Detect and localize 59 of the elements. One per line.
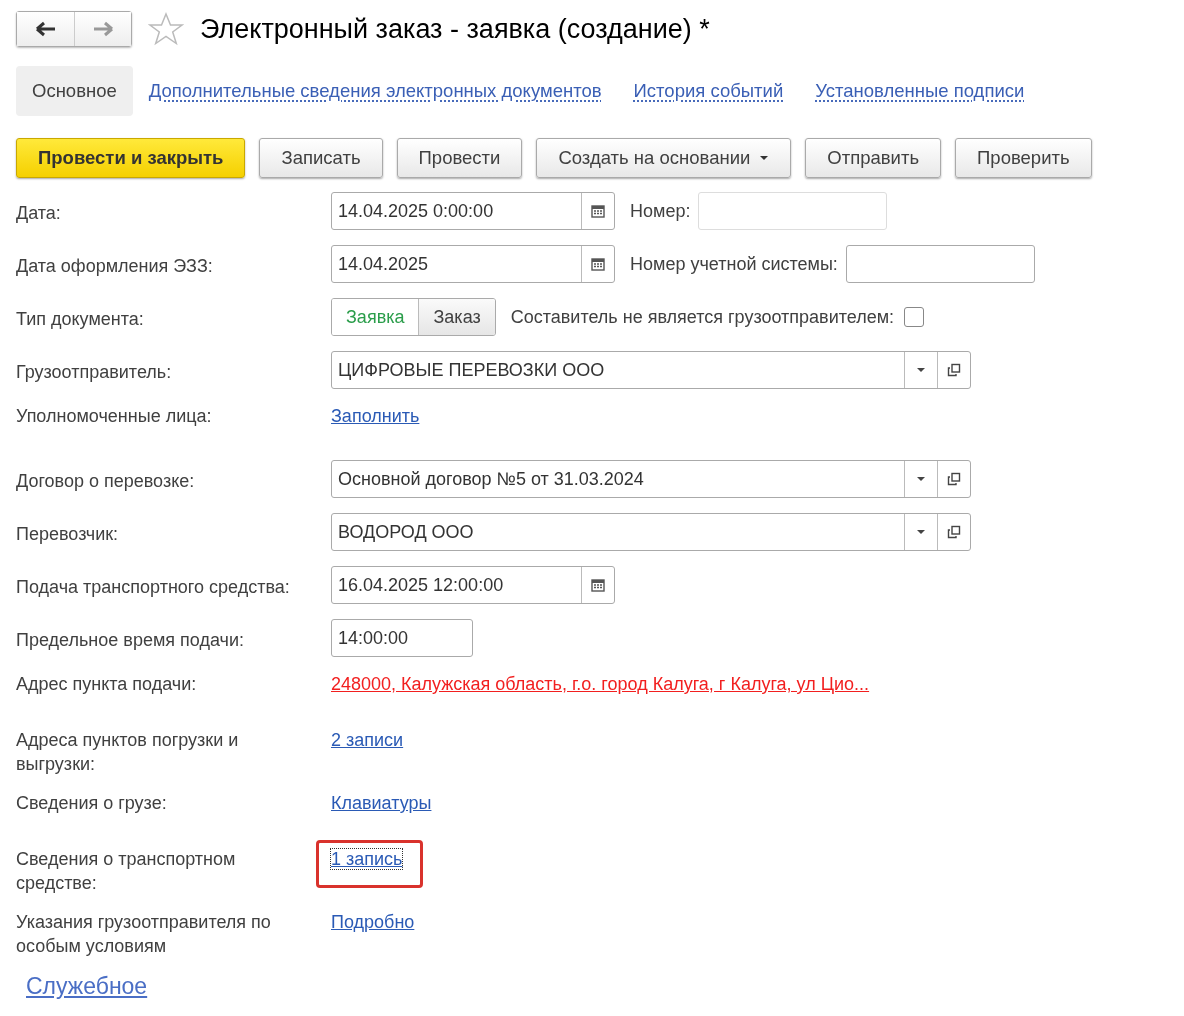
back-arrow-icon [34,21,57,37]
select-field[interactable]: ЦИФРОВЫЕ ПЕРЕВОЗКИ ООО [331,351,971,389]
link[interactable]: Клавиатуры [331,793,432,813]
link[interactable]: 1 запись [331,849,403,869]
field-label: Номер: [630,200,691,222]
open-icon[interactable] [947,472,961,486]
field-label: Подача транспортного средства: [16,576,291,599]
field-label: Сведения о транспортном средстве: [16,848,237,895]
tab[interactable]: Дополнительные сведения электронных документов [132,66,618,116]
field-label: Указания грузоотправителя по особым условиям [16,911,272,958]
tab[interactable]: Основное [16,66,133,116]
field-label: Номер учетной системы: [630,253,838,275]
text-field[interactable] [845,245,1035,283]
toggle-option[interactable]: Заказ [418,299,495,335]
open-icon[interactable] [947,363,961,377]
dropdown-icon[interactable] [916,529,926,535]
link[interactable]: Заполнить [331,406,420,426]
toolbar-button[interactable]: Записать [259,138,383,178]
dropdown-icon[interactable] [916,367,926,373]
field-label: Уполномоченные лица: [16,405,213,428]
date-field[interactable]: 14.04.2025 [331,245,615,283]
field-label: Перевозчик: [16,523,120,546]
caret-icon [759,155,770,161]
calendar-icon[interactable] [591,578,605,592]
toolbar-button[interactable]: Создать на основании [536,138,792,178]
field-label: Сведения о грузе: [16,792,168,815]
toolbar-button[interactable]: Провести и закрыть [16,138,246,178]
select-field[interactable]: ВОДОРОД ООО [331,513,971,551]
window-title: Электронный заказ - заявка (создание) * [200,13,710,45]
toolbar-button[interactable]: Провести [396,138,523,178]
toolbar-button[interactable]: Отправить [805,138,942,178]
open-icon[interactable] [947,525,961,539]
forward-arrow-icon [92,21,114,37]
field-label: Адрес пункта подачи: [16,673,198,696]
link[interactable]: 2 записи [331,730,404,750]
field-label: Предельное время подачи: [16,629,245,652]
select-field[interactable]: Основной договор №5 от 31.03.2024 [331,460,971,498]
link[interactable]: Подробно [331,912,415,932]
dropdown-icon[interactable] [916,476,926,482]
field-label: Тип документа: [16,308,145,331]
field-label: Грузоотправитель: [16,361,173,384]
link[interactable]: 248000, Калужская область, г.о. город Калуга, г Калуга, ул Цио... [331,674,870,694]
tab[interactable]: Установленные подписи [799,66,1041,116]
field-label: Адреса пунктов погрузки и выгрузки: [16,729,240,776]
field-label: Дата: [16,202,62,225]
time-field[interactable]: 14:00:00 [331,619,473,657]
calendar-icon[interactable] [591,257,605,271]
star-icon[interactable] [148,12,184,46]
tab[interactable]: История событий [617,66,800,116]
back-button[interactable] [17,12,74,46]
field-label: Дата оформления ЭЗЗ: [16,255,214,278]
date-field[interactable]: 16.04.2025 12:00:00 [331,566,615,604]
checkbox-label: Составитель не является грузоотправителем: [510,306,895,328]
date-field[interactable]: 14.04.2025 0:00:00 [331,192,615,230]
link[interactable]: Служебное [26,973,148,1000]
field-label: Договор о перевозке: [16,470,196,493]
checkbox[interactable] [904,307,925,327]
calendar-icon[interactable] [591,204,605,218]
toolbar-button[interactable]: Проверить [955,138,1092,178]
